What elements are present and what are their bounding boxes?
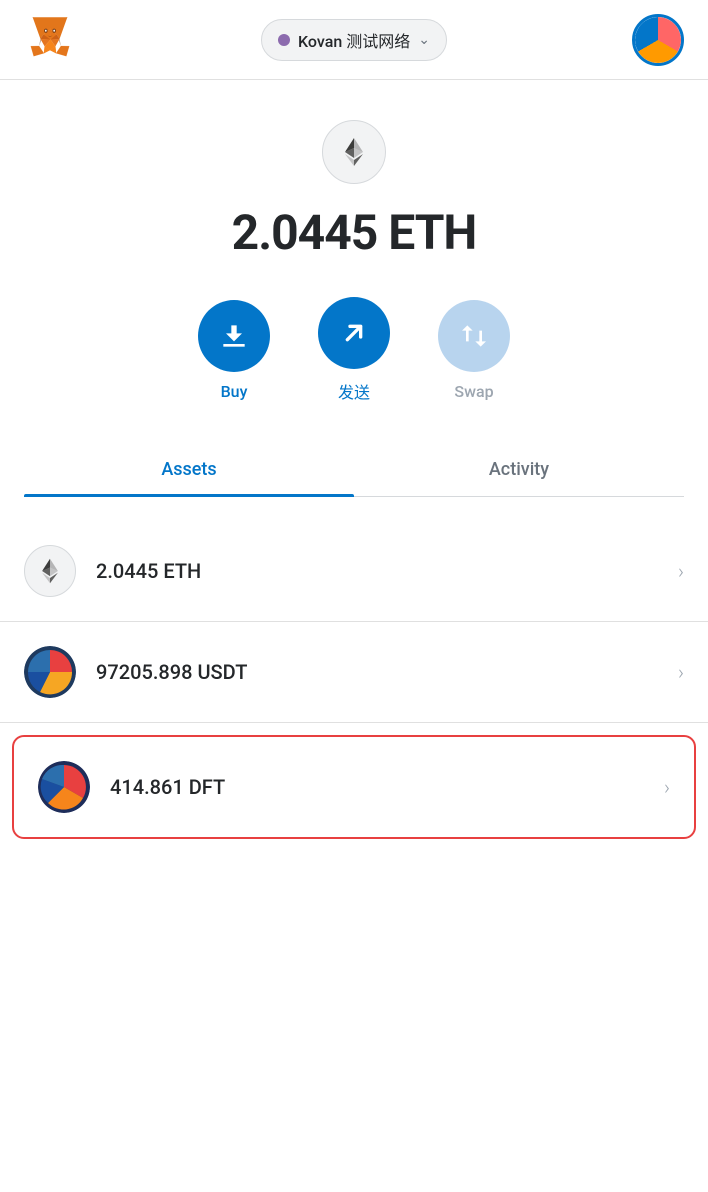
asset-list: 2.0445 ETH › 97205.898 USDT ›	[0, 521, 708, 839]
swap-action[interactable]: Swap	[438, 300, 510, 401]
chevron-down-icon: ⌄	[418, 32, 430, 48]
wallet-section: 2.0445 ETH Buy 发送	[0, 80, 708, 521]
send-label: 发送	[338, 379, 370, 403]
metamask-logo	[24, 12, 76, 68]
network-selector[interactable]: Kovan 测试网络 ⌄	[261, 19, 447, 61]
buy-button[interactable]	[198, 300, 270, 372]
header: Kovan 测试网络 ⌄	[0, 0, 708, 80]
main-content: 2.0445 ETH Buy 发送	[0, 80, 708, 1192]
eth-currency-icon	[322, 120, 386, 184]
send-action[interactable]: 发送	[318, 297, 390, 403]
dft-asset-icon	[38, 761, 90, 813]
tab-activity[interactable]: Activity	[354, 443, 684, 496]
asset-item-dft[interactable]: 414.861 DFT ›	[12, 735, 696, 839]
usdt-asset-amount: 97205.898 USDT	[96, 660, 658, 684]
dft-asset-chevron: ›	[664, 775, 670, 799]
usdt-asset-chevron: ›	[678, 660, 684, 684]
buy-action[interactable]: Buy	[198, 300, 270, 401]
eth-asset-chevron: ›	[678, 559, 684, 583]
swap-button[interactable]	[438, 300, 510, 372]
asset-item-eth[interactable]: 2.0445 ETH ›	[0, 521, 708, 622]
buy-label: Buy	[221, 382, 248, 401]
action-buttons: Buy 发送 Swap	[198, 297, 510, 403]
usdt-asset-icon	[24, 646, 76, 698]
eth-asset-icon	[24, 545, 76, 597]
tabs: Assets Activity	[24, 443, 684, 497]
send-button[interactable]	[318, 297, 390, 369]
eth-asset-amount: 2.0445 ETH	[96, 559, 658, 583]
swap-label: Swap	[454, 382, 493, 401]
dft-asset-amount: 414.861 DFT	[110, 775, 644, 799]
avatar-graphic	[635, 17, 681, 63]
network-dot	[278, 34, 290, 46]
asset-item-usdt[interactable]: 97205.898 USDT ›	[0, 622, 708, 723]
wallet-balance: 2.0445 ETH	[232, 204, 477, 261]
tab-assets[interactable]: Assets	[24, 443, 354, 496]
account-avatar[interactable]	[632, 14, 684, 66]
network-name: Kovan 测试网络	[298, 28, 410, 52]
